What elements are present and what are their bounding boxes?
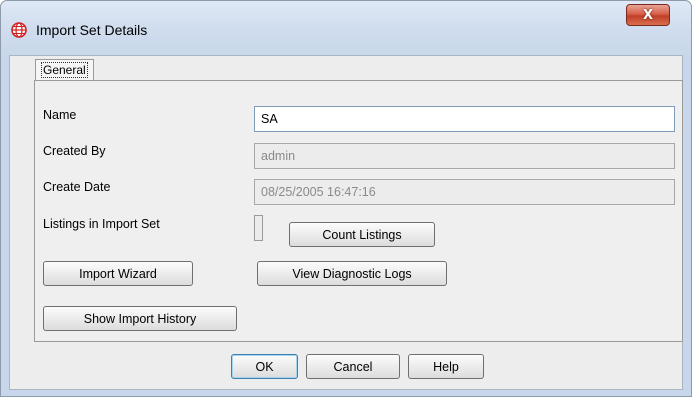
show-import-history-button[interactable]: Show Import History [43, 306, 237, 331]
ok-button[interactable]: OK [231, 354, 298, 379]
dialog-window: Import Set Details X General Name SA Cre… [0, 0, 692, 397]
create-date-field: 08/25/2005 16:47:16 [254, 179, 675, 205]
cancel-button[interactable]: Cancel [306, 354, 400, 379]
created-by-field: admin [254, 143, 675, 169]
listings-count-field [254, 215, 263, 241]
close-button[interactable]: X [626, 4, 670, 26]
view-diagnostic-logs-button[interactable]: View Diagnostic Logs [257, 261, 447, 286]
title-bar[interactable]: Import Set Details X [1, 1, 691, 55]
tab-general-label: General [41, 62, 88, 78]
listings-label: Listings in Import Set [43, 217, 160, 231]
created-by-label: Created By [43, 144, 106, 158]
help-button[interactable]: Help [408, 354, 484, 379]
import-wizard-button[interactable]: Import Wizard [43, 261, 193, 286]
create-date-label: Create Date [43, 180, 111, 194]
general-panel: Name SA Created By admin Create Date 08/… [34, 80, 683, 342]
window-title: Import Set Details [36, 22, 148, 38]
close-icon: X [642, 7, 654, 23]
globe-icon [11, 22, 27, 38]
tab-general[interactable]: General [35, 59, 94, 81]
dialog-content: General Name SA Created By admin Create … [9, 55, 683, 390]
name-field[interactable]: SA [254, 106, 675, 132]
name-label: Name [43, 108, 77, 122]
count-listings-button[interactable]: Count Listings [289, 222, 435, 247]
